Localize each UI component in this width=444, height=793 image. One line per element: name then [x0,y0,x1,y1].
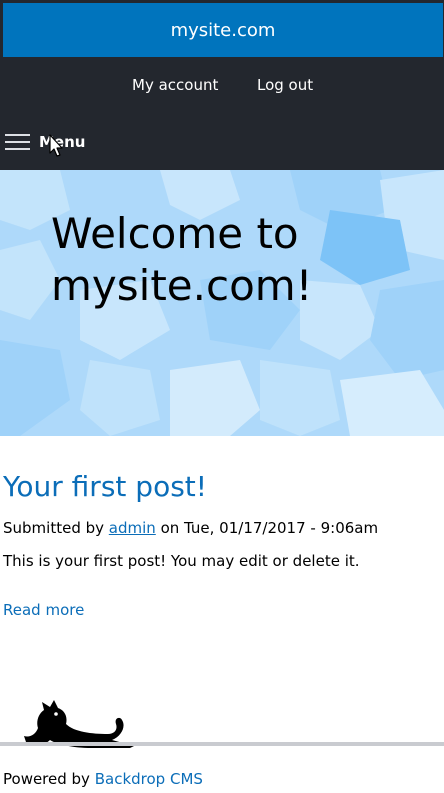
my-account-link[interactable]: My account [132,76,218,94]
submitted-date: on Tue, 01/17/2017 - 9:06am [160,519,379,537]
account-menu: My account Log out [0,60,444,113]
submitted-prefix: Submitted by [3,519,105,537]
hero-banner: Welcome to mysite.com! [0,170,444,436]
post-submitted-info: Submitted by admin on Tue, 01/17/2017 - … [3,519,378,537]
site-header: mysite.com [0,0,444,60]
main-menu-bar: Menu [0,113,444,170]
read-more-link[interactable]: Read more [3,601,84,619]
site-name-link[interactable]: mysite.com [3,3,443,57]
post-title-link[interactable]: Your first post! [3,470,207,503]
backdrop-cms-link[interactable]: Backdrop CMS [95,770,203,788]
post-body: This is your first post! You may edit or… [3,552,360,570]
mouse-pointer-icon [49,134,63,157]
footer-powered-by: Powered by Backdrop CMS [3,770,203,788]
powered-by-label: Powered by [3,770,90,788]
author-link[interactable]: admin [109,519,156,537]
log-out-link[interactable]: Log out [257,76,313,94]
hamburger-icon[interactable] [5,134,30,151]
hero-title: Welcome to mysite.com! [51,209,313,310]
footer-divider [0,742,444,746]
